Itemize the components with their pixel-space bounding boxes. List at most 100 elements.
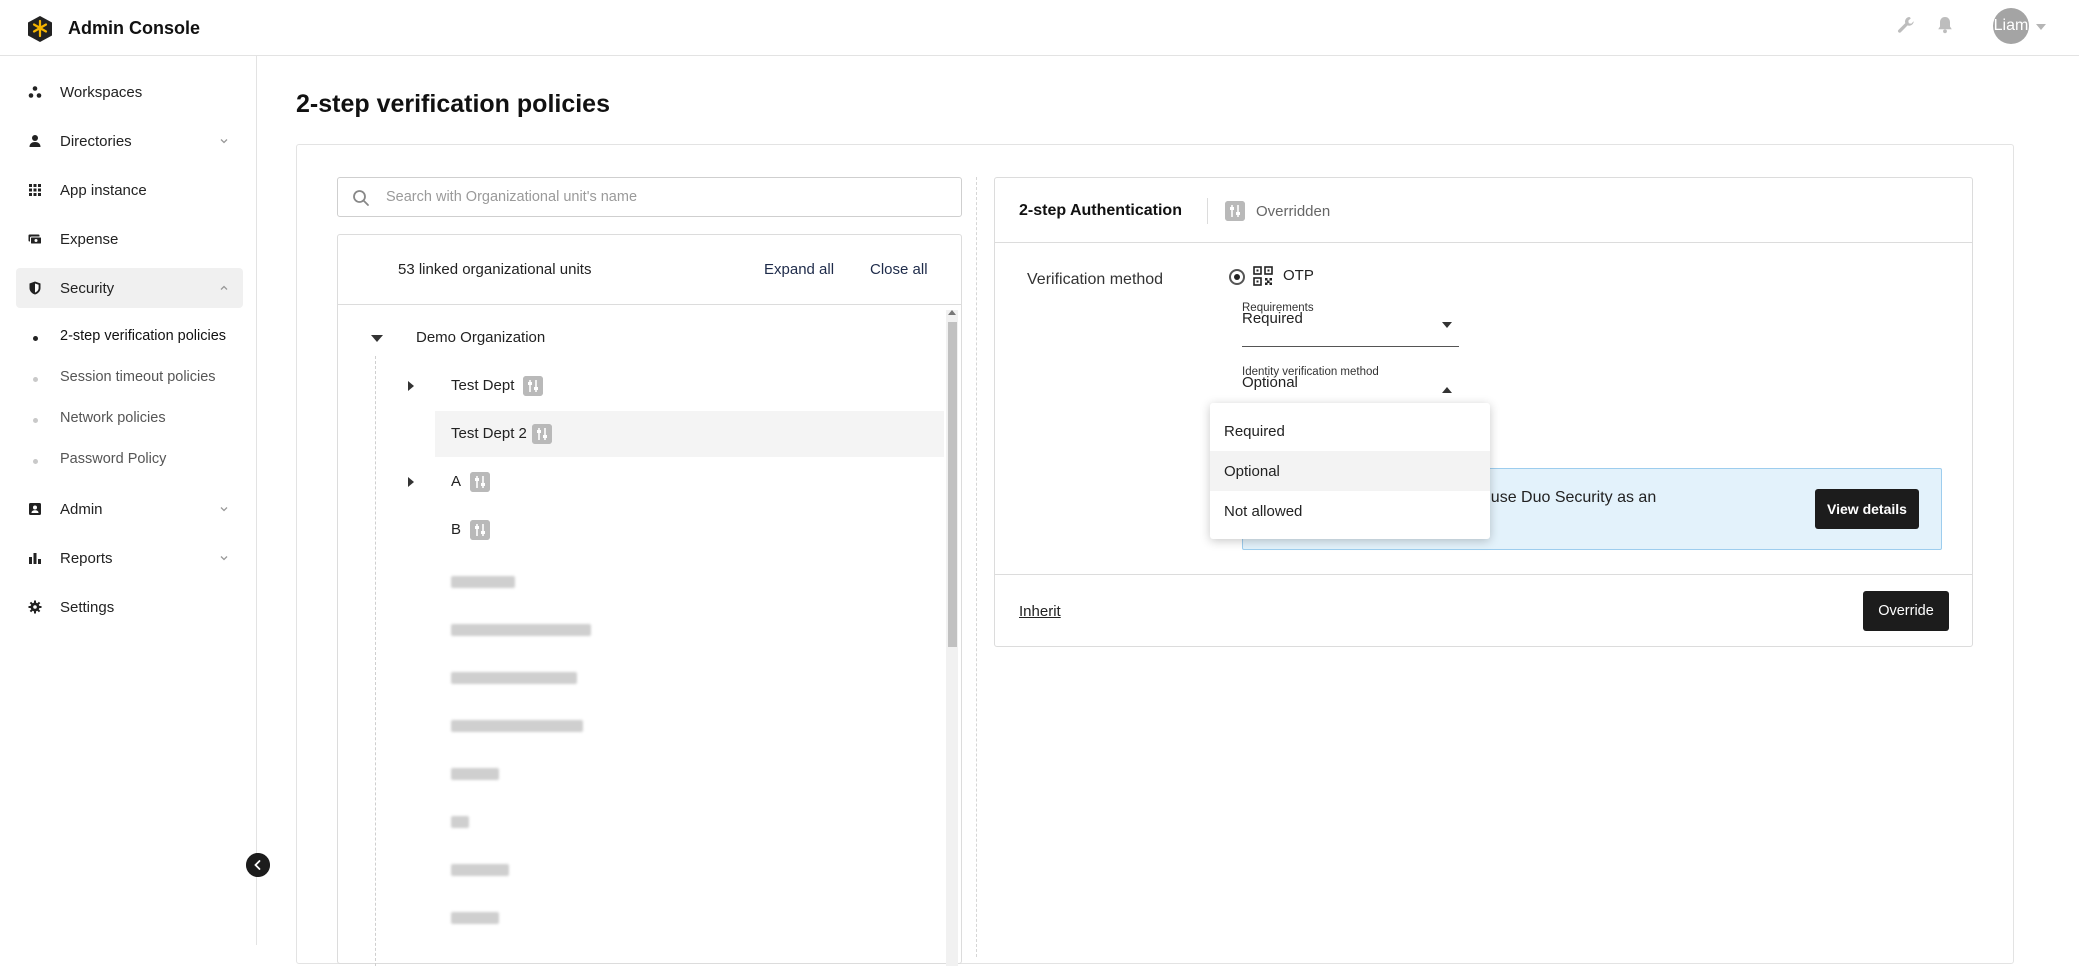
money-icon [28,234,42,245]
banner-text: to use Duo Security as an [1473,489,1657,506]
redacted-node[interactable] [451,576,515,588]
identity-verification-dropdown: Required Optional Not allowed [1210,403,1490,539]
bullet-dot [33,418,38,423]
sidebar-item-reports[interactable]: Reports [16,538,243,578]
page-title: 2-step verification policies [296,90,610,118]
bullet-dot [33,459,38,464]
search-input[interactable] [386,178,946,216]
chevron-down-icon[interactable] [2036,24,2046,30]
caret-down-icon [1442,322,1452,328]
requirements-select[interactable]: Requirements Required [1242,302,1459,347]
tree-node-label: Demo Organization [416,329,546,346]
dropdown-option-label: Required [1224,423,1285,440]
redacted-node[interactable] [451,768,499,780]
sidebar-item-label: Directories [60,132,132,150]
tree-node[interactable]: Test Dept [338,363,944,409]
logo-icon [28,16,52,42]
dropdown-option-label: Optional [1224,463,1280,480]
sidebar-item-label: Security [60,279,115,297]
tree-header: 53 linked organizational units Expand al… [338,235,961,305]
linked-count: 53 linked organizational units [398,261,592,278]
override-badge-icon [523,376,543,396]
dropdown-option-optional[interactable]: Optional [1210,451,1490,491]
redacted-node[interactable] [451,816,469,828]
sidebar-item-expense[interactable]: Expense [16,219,243,259]
sidebar-item-label: Admin [60,500,103,518]
redacted-node[interactable] [451,624,591,636]
redacted-node[interactable] [451,912,499,924]
tree-body: Demo Organization Test Dept Test Dept 2 … [338,306,961,966]
identity-verification-value: Optional [1242,374,1298,391]
tree-node-root[interactable]: Demo Organization [338,315,944,361]
override-button[interactable]: Override [1863,591,1949,631]
sidebar-item-workspaces[interactable]: Workspaces [16,72,243,112]
sidebar: Workspaces Directories App instance Expe… [0,56,257,945]
redacted-node[interactable] [451,864,509,876]
tree-node-selected[interactable]: Test Dept 2 [435,411,944,457]
wrench-icon[interactable] [1895,14,1917,36]
search-box [337,177,962,217]
sidebar-item-security[interactable]: Security [16,268,243,308]
tree-node[interactable]: B [338,507,944,553]
sidebar-subitem-network[interactable]: Network policies [60,410,166,426]
overridden-icon [1225,201,1245,221]
caret-down-icon[interactable] [371,335,383,342]
chevron-up-icon [220,285,228,290]
sidebar-subitem-session-timeout[interactable]: Session timeout policies [60,369,216,385]
workspaces-icon [28,86,42,98]
sidebar-item-admin[interactable]: Admin [16,489,243,529]
search-icon [353,190,369,206]
sidebar-item-label: Settings [60,598,115,616]
qr-code-icon [1253,266,1273,286]
grid-icon [29,184,41,196]
user-avatar[interactable]: Liam [1993,8,2029,44]
tree-node[interactable]: A [338,459,944,505]
inherit-link[interactable]: Inherit [1019,603,1061,620]
caret-right-icon[interactable] [408,477,414,487]
auth-footer: Inherit Override [995,574,1972,647]
sidebar-item-label: Reports [60,549,113,567]
sidebar-item-label: App instance [60,181,147,199]
bullet-dot [33,377,38,382]
sidebar-subitem-2-step[interactable]: 2-step verification policies [60,328,226,344]
redacted-node[interactable] [451,720,583,732]
sidebar-item-app-instance[interactable]: App instance [16,170,243,210]
header-separator [1207,198,1208,224]
tree-guide-line [375,356,376,966]
app-title: Admin Console [68,18,201,38]
expand-all-button[interactable]: Expand all [764,261,834,278]
bell-icon[interactable] [1934,14,1956,36]
caret-right-icon[interactable] [408,381,414,391]
override-badge-icon [470,520,490,540]
top-bar: Admin Console Liam [0,0,2079,56]
dropdown-option-required[interactable]: Required [1210,411,1490,451]
override-badge-icon [470,472,490,492]
sidebar-subitem-password[interactable]: Password Policy [60,451,166,467]
close-all-button[interactable]: Close all [870,261,928,278]
redacted-node[interactable] [451,672,577,684]
auth-title: 2-step Authentication [1019,202,1182,219]
requirements-value: Required [1242,310,1303,327]
tree-node-label: B [451,521,462,538]
scroll-up-icon[interactable] [948,310,956,315]
tree-node-label: Test Dept [451,377,515,394]
chevron-down-icon [220,507,228,512]
caret-up-icon [1442,387,1452,393]
otp-radio[interactable] [1229,269,1245,285]
sidebar-item-settings[interactable]: Settings [16,587,243,627]
auth-header: 2-step Authentication Overridden [995,178,1972,243]
person-icon [29,135,41,147]
sidebar-item-label: Workspaces [60,83,143,101]
scrollbar-thumb[interactable] [948,322,957,647]
view-details-button[interactable]: View details [1815,489,1919,529]
collapse-sidebar-button[interactable] [246,853,270,877]
org-tree-panel: 53 linked organizational units Expand al… [337,234,962,966]
sidebar-item-directories[interactable]: Directories [16,121,243,161]
tree-node-label: Test Dept 2 [451,425,527,442]
admin-icon [29,503,41,515]
sidebar-item-label: Expense [60,230,119,248]
otp-label: OTP [1283,267,1314,284]
dropdown-option-label: Not allowed [1224,503,1303,520]
verification-method-label: Verification method [1027,271,1164,288]
dropdown-option-not-allowed[interactable]: Not allowed [1210,491,1490,531]
